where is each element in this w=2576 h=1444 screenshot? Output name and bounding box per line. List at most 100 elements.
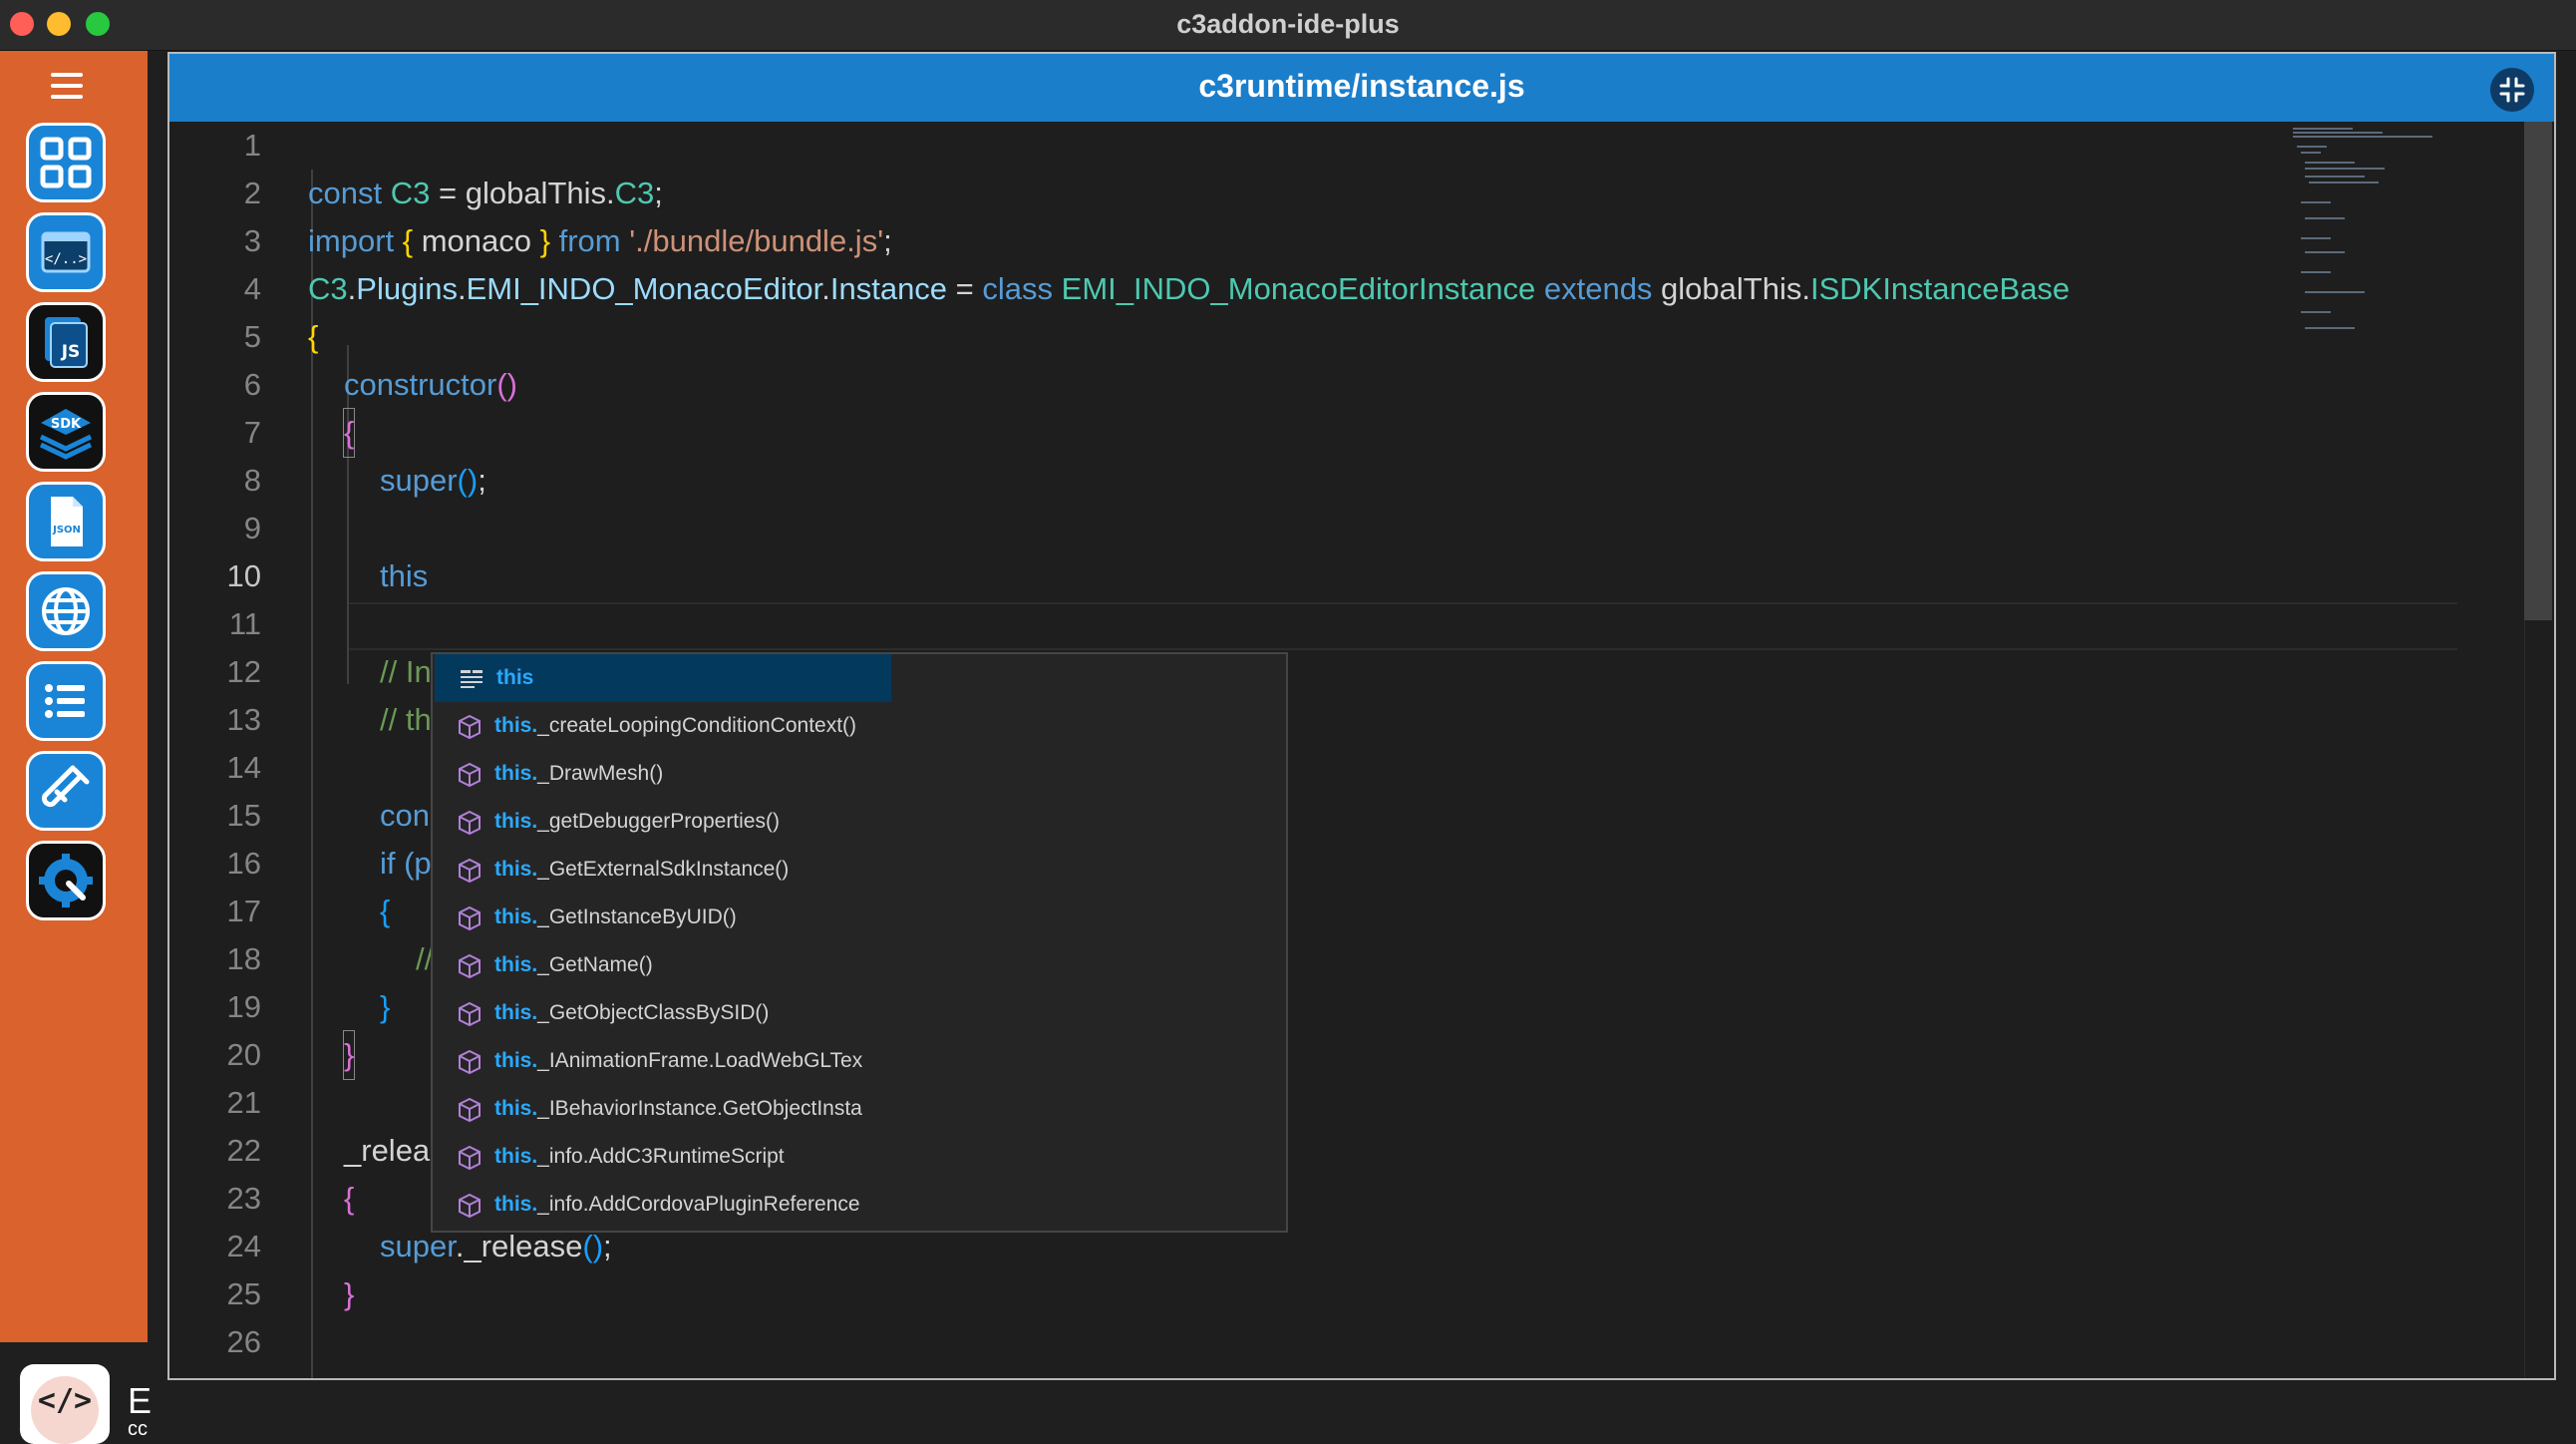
app-name: E [128, 1380, 153, 1421]
sidebar-button-list[interactable] [26, 661, 106, 741]
suggestion-match: this. [494, 1145, 538, 1168]
line-number: 15 [226, 798, 261, 833]
method-cube-icon [459, 858, 481, 884]
suggestion-text: _IAnimationFrame.LoadWebGLTex [537, 1049, 863, 1072]
suggestion-match: this. [494, 1049, 538, 1072]
method-cube-icon [459, 810, 481, 836]
sdk-layers-icon: SDK [39, 409, 93, 460]
code-line-active[interactable]: this [380, 552, 428, 600]
hamburger-menu-icon[interactable] [51, 73, 83, 103]
collapse-arrows-icon [2499, 77, 2525, 103]
suggestion-item[interactable]: this._info.AddC3RuntimeScript [433, 1133, 1286, 1181]
svg-text:SDK: SDK [51, 417, 82, 432]
line-number-active: 10 [226, 558, 261, 593]
code-line: } [342, 1030, 356, 1080]
test-tube-icon [41, 765, 90, 808]
code-line: { [342, 408, 356, 458]
editor-panel: c3runtime/instance.js 1 2 const C3 = glo… [167, 52, 2556, 1380]
sidebar-button-test[interactable] [26, 751, 106, 831]
window-titlebar: c3addon-ide-plus [0, 0, 2576, 51]
suggestion-match: this. [494, 810, 538, 833]
suggestion-item[interactable]: this._GetObjectClassBySID() [433, 989, 1286, 1037]
method-cube-icon [459, 1097, 481, 1123]
file-title: c3runtime/instance.js [1198, 68, 1525, 104]
line-number: 4 [243, 271, 261, 306]
suggestion-item[interactable]: this._IBehaviorInstance.GetObjectInsta [433, 1085, 1286, 1133]
line-number: 21 [226, 1085, 261, 1120]
suggestion-text: _GetInstanceByUID() [537, 905, 737, 928]
suggestion-match: this. [494, 858, 538, 881]
line-number: 1 [243, 128, 261, 163]
line-number: 8 [243, 463, 261, 498]
collapse-button[interactable] [2490, 68, 2534, 112]
method-cube-icon [459, 1049, 481, 1075]
method-cube-icon [459, 905, 481, 931]
line-number: 19 [226, 989, 261, 1024]
editor-header: c3runtime/instance.js [169, 54, 2554, 122]
app-logo-icon: </> [31, 1376, 99, 1444]
sidebar-button-js-files[interactable]: JS [26, 302, 106, 382]
suggestion-item[interactable]: this._DrawMesh() [433, 750, 1286, 798]
suggestion-text: _GetObjectClassBySID() [537, 1001, 770, 1024]
code-line: } [344, 1276, 355, 1311]
suggestion-match: this. [494, 714, 538, 737]
code-line: super(); [380, 463, 486, 498]
window-title: c3addon-ide-plus [1176, 9, 1400, 39]
svg-text:</>: </> [38, 1383, 92, 1418]
suggestion-item[interactable]: this._GetInstanceByUID() [433, 894, 1286, 941]
suggestion-item-selected[interactable]: this [435, 654, 891, 702]
code-editor[interactable]: 1 2 const C3 = globalThis.C3; 3 import {… [169, 122, 2554, 1378]
suggestion-match: this. [494, 953, 538, 976]
list-icon [45, 684, 85, 718]
autocomplete-suggestions[interactable]: this this._createLoopingConditionContext… [431, 652, 1288, 1233]
sidebar-button-sdk[interactable]: SDK [26, 392, 106, 472]
code-line: _relea [344, 1133, 431, 1168]
svg-text:JSON: JSON [52, 525, 81, 536]
line-number: 2 [243, 176, 261, 210]
method-cube-icon [459, 953, 481, 979]
sidebar-button-json[interactable]: JSON [26, 482, 106, 561]
snippet-icon [461, 670, 483, 688]
minimap[interactable] [2293, 122, 2432, 361]
line-number: 23 [226, 1181, 261, 1216]
globe-icon [42, 587, 90, 635]
line-number: 16 [226, 846, 261, 881]
line-number: 13 [226, 702, 261, 737]
svg-text:</..>: </..> [45, 251, 87, 267]
method-cube-icon [459, 1001, 481, 1027]
suggestion-item[interactable]: this._createLoopingConditionContext() [433, 702, 1286, 750]
suggestion-text: _info.AddCordovaPluginReference [537, 1193, 860, 1216]
code-line: } [380, 989, 391, 1024]
suggestion-item[interactable]: this._GetExternalSdkInstance() [433, 846, 1286, 894]
suggestion-match: this [496, 666, 534, 689]
suggestion-item[interactable]: this._GetName() [433, 941, 1286, 989]
app-logo: </> [20, 1364, 110, 1444]
suggestion-text: _getDebuggerProperties() [537, 810, 780, 833]
line-number: 18 [226, 941, 261, 976]
suggestion-item[interactable]: this._getDebuggerProperties() [433, 798, 1286, 846]
code-line: constructor() [344, 367, 517, 402]
sidebar: </..> JS SDK JSON [0, 51, 148, 1342]
suggestion-item[interactable]: this._IAnimationFrame.LoadWebGLTex [433, 1037, 1286, 1085]
suggestion-text: _info.AddC3RuntimeScript [537, 1145, 785, 1168]
suggestion-match: this. [494, 1001, 538, 1024]
json-file-icon: JSON [51, 497, 83, 546]
sidebar-button-settings[interactable] [26, 841, 106, 920]
code-line: con [380, 798, 430, 833]
sidebar-button-code-editor[interactable]: </..> [26, 212, 106, 292]
line-number: 11 [228, 606, 261, 641]
suggestion-text: _IBehaviorInstance.GetObjectInsta [537, 1097, 862, 1120]
sidebar-button-language[interactable] [26, 571, 106, 651]
grid-icon [40, 137, 92, 188]
method-cube-icon [459, 1193, 481, 1219]
line-number: 9 [243, 511, 261, 545]
suggestion-match: this. [494, 1097, 538, 1120]
line-number: 14 [226, 750, 261, 785]
sidebar-button-dashboard[interactable] [26, 123, 106, 202]
line-number: 6 [243, 367, 261, 402]
suggestion-match: this. [494, 1193, 538, 1216]
suggestion-item[interactable]: this._info.AddCordovaPluginReference [433, 1181, 1286, 1229]
scrollbar-thumb[interactable] [2524, 122, 2552, 620]
code-line: import { monaco } from './bundle/bundle.… [308, 223, 892, 258]
line-number: 3 [243, 223, 261, 258]
